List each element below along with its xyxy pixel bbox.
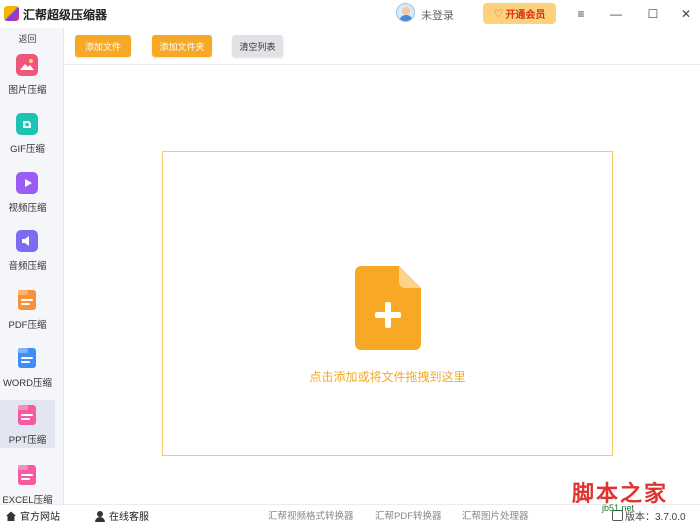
word-file-icon [16, 347, 38, 369]
add-file-icon [355, 266, 421, 350]
online-service-label: 在线客服 [109, 512, 149, 522]
version-icon [612, 510, 623, 521]
vip-button-label: 开通会员 [505, 10, 546, 21]
sidebar-item-label: 视频压缩 [8, 203, 47, 214]
app-title: 汇帮超级压缩器 [23, 8, 108, 22]
version-info: 版本：3.7.0.0 [612, 508, 686, 522]
sidebar-item-label: 音频压缩 [8, 261, 47, 272]
add-file-button[interactable]: 添加文件 [75, 35, 131, 57]
version-label: 版本：3.7.0.0 [625, 512, 686, 522]
menu-icon[interactable]: ≡ [571, 4, 591, 24]
sidebar-item-gif-compress[interactable]: GIF压缩 [0, 111, 55, 159]
user-avatar-icon[interactable] [396, 3, 415, 22]
sidebar-item-audio-compress[interactable]: 音频压缩 [0, 228, 55, 276]
clear-list-button[interactable]: 清空列表 [232, 35, 283, 57]
sidebar-item-label: GIF压缩 [10, 144, 45, 155]
video-play-icon [16, 172, 38, 194]
official-site-label: 官方网站 [20, 512, 60, 522]
image-processor-link[interactable]: 汇帮图片处理器 [462, 508, 529, 522]
title-bar: 汇帮超级压缩器 未登录 ♡ 开通会员 ≡ — ☐ ✕ [0, 0, 700, 28]
home-icon [6, 511, 16, 521]
back-link[interactable]: 返回 [0, 32, 55, 45]
sidebar-item-video-compress[interactable]: 视频压缩 [0, 170, 55, 218]
drop-hint-text: 点击添加或将文件拖拽到这里 [309, 370, 466, 384]
sidebar-item-excel-compress[interactable]: EXCEL压缩 [0, 462, 55, 510]
bottom-bar: 官方网站 在线客服 汇帮视频格式转换器 汇帮PDF转换器 汇帮图片处理器 版本：… [0, 504, 700, 522]
file-drop-zone[interactable]: 点击添加或将文件拖拽到这里 [162, 151, 613, 456]
customer-service-icon [95, 510, 105, 522]
close-icon[interactable]: ✕ [676, 4, 696, 24]
sidebar-item-word-compress[interactable]: WORD压缩 [0, 345, 55, 393]
sidebar-item-ppt-compress[interactable]: PPT压缩 [0, 400, 55, 448]
maximize-icon[interactable]: ☐ [643, 4, 663, 24]
vip-button[interactable]: ♡ 开通会员 [483, 3, 556, 24]
pdf-file-icon [16, 289, 38, 311]
pdf-converter-link[interactable]: 汇帮PDF转换器 [375, 508, 442, 522]
sidebar: 返回 图片压缩 GIF压缩 视频压缩 音频压缩 PDF压缩 WORD压缩 PPT… [0, 28, 64, 506]
app-logo-icon [4, 6, 19, 21]
image-icon [16, 54, 38, 76]
ppt-file-icon [16, 404, 38, 426]
excel-file-icon [16, 464, 38, 486]
sidebar-item-label: PDF压缩 [8, 320, 47, 331]
add-folder-button[interactable]: 添加文件夹 [152, 35, 212, 57]
sidebar-item-label: WORD压缩 [2, 378, 53, 389]
online-service-link[interactable]: 在线客服 [94, 508, 149, 522]
audio-icon [16, 230, 38, 252]
toolbar-divider [64, 64, 700, 65]
sidebar-item-pdf-compress[interactable]: PDF压缩 [0, 287, 55, 335]
gif-icon [16, 113, 38, 135]
official-site-link[interactable]: 官方网站 [5, 508, 60, 522]
sidebar-item-label: 图片压缩 [8, 85, 47, 96]
video-converter-link[interactable]: 汇帮视频格式转换器 [268, 508, 354, 522]
minimize-icon[interactable]: — [606, 4, 626, 24]
diamond-heart-icon: ♡ [493, 8, 504, 20]
login-link[interactable]: 未登录 [421, 7, 454, 23]
sidebar-item-image-compress[interactable]: 图片压缩 [0, 52, 55, 100]
sidebar-item-label: PPT压缩 [8, 435, 47, 446]
